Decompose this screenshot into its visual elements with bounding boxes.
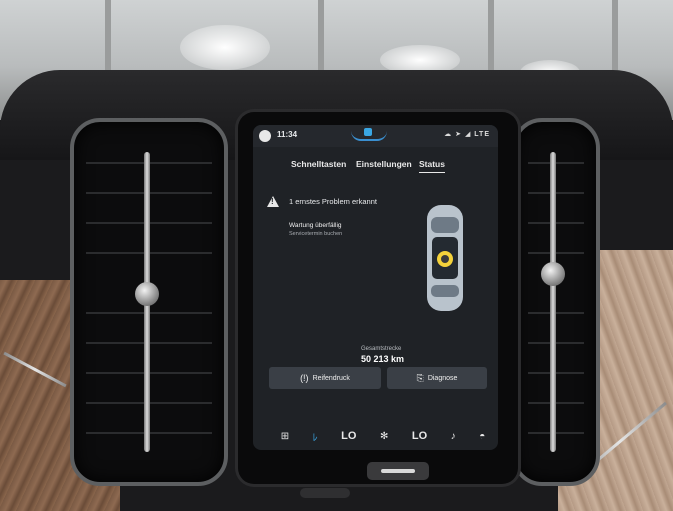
tire-pressure-button[interactable]: (!) Reifendruck — [269, 367, 381, 389]
tab-bar: Schnelltasten Einstellungen Status — [253, 159, 498, 177]
location-icon: ➤ — [455, 131, 462, 138]
air-vent-right — [512, 118, 600, 486]
lower-console-slot — [300, 488, 350, 498]
tab-schnelltasten[interactable]: Schnelltasten — [291, 159, 346, 169]
car-rear-window — [431, 285, 459, 297]
diagnosis-label: Diagnose — [427, 374, 458, 382]
warning-dot-center — [441, 255, 449, 263]
diagnosis-button[interactable]: ⎘ Diagnose — [387, 367, 487, 389]
mileage-value: 50 213 km — [361, 354, 405, 364]
apps-grid-icon[interactable]: ⊞ — [281, 431, 289, 442]
defrost-icon[interactable]: ◓ — [479, 431, 485, 442]
drawer-app-icon — [364, 128, 372, 136]
top-drawer-handle[interactable] — [351, 127, 387, 141]
maintenance-subtitle[interactable]: Servicetermin buchen — [289, 231, 342, 237]
alert-text: 1 ernstes Problem erkannt — [289, 197, 377, 206]
signal-icon: ◢ — [464, 131, 472, 138]
tire-pressure-label: Reifendruck — [312, 374, 350, 382]
tab-einstellungen[interactable]: Einstellungen — [356, 159, 412, 169]
infotainment-screen: 11:34 ☁ ➤ ◢ LTE Schnelltasten Einstellun… — [253, 125, 498, 450]
car-status-illustration[interactable] — [421, 203, 469, 313]
car-windshield — [431, 217, 459, 233]
mileage-label: Gesamtstrecke — [361, 346, 402, 352]
seat-heat-icon[interactable]: ﾚ — [313, 429, 318, 444]
climate-bar: ⊞ ﾚ LO ✻ LO ♪ ◓ — [269, 422, 497, 450]
seat-icon[interactable]: ♪ — [451, 431, 456, 442]
maintenance-title[interactable]: Wartung überfällig — [289, 222, 342, 229]
driver-temp[interactable]: LO — [341, 430, 356, 442]
diagnosis-icon: ⎘ — [416, 372, 424, 383]
clock: 11:34 — [277, 130, 298, 139]
vent-adjust-knob[interactable] — [541, 262, 565, 286]
tire-pressure-icon: (!) — [300, 373, 309, 383]
air-vent-left — [70, 118, 228, 486]
home-button[interactable] — [367, 462, 429, 480]
tab-status[interactable]: Status — [419, 159, 445, 173]
warning-icon — [267, 196, 279, 207]
vent-adjust-knob[interactable] — [135, 282, 159, 306]
network-type: LTE — [474, 131, 490, 138]
status-bar: 11:34 ☁ ➤ ◢ LTE — [253, 125, 498, 147]
vent-louver-bar[interactable] — [550, 152, 556, 452]
profile-avatar[interactable] — [259, 130, 271, 142]
passenger-temp[interactable]: LO — [412, 430, 427, 442]
ceiling-light — [180, 25, 270, 70]
fan-icon[interactable]: ✻ — [380, 431, 388, 442]
connectivity-icons: ☁ ➤ ◢ LTE — [444, 130, 490, 138]
cloud-icon: ☁ — [444, 131, 453, 138]
